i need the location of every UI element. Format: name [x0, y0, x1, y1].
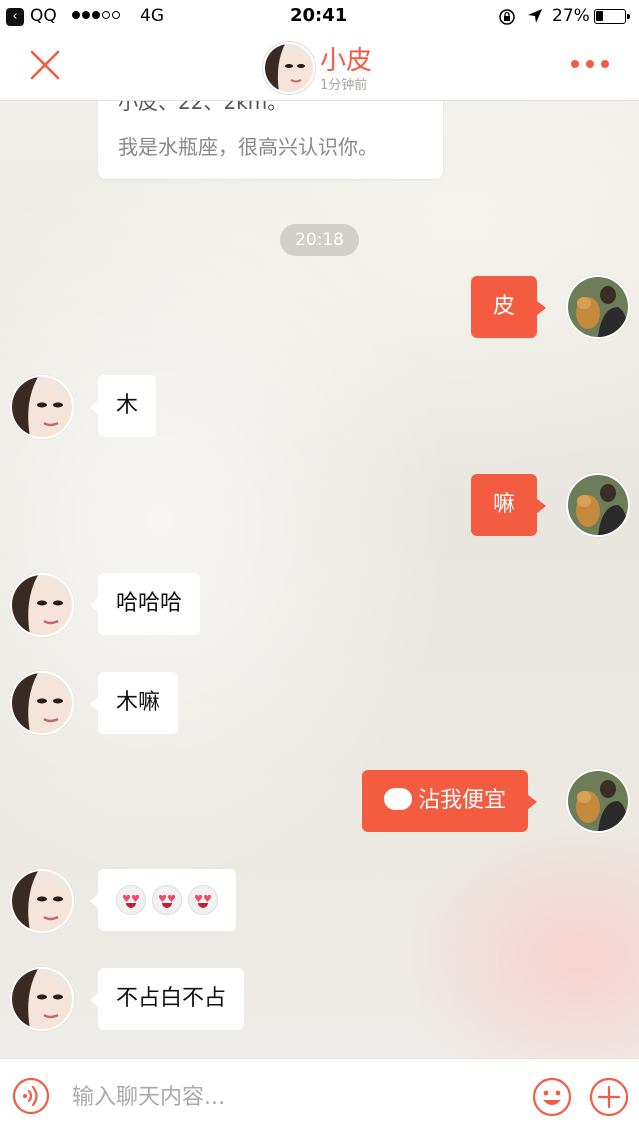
chat-timestamp: 20:18	[280, 224, 359, 256]
status-app-name: QQ	[30, 6, 57, 26]
heart-eyes-emoji-icon: ♥ ♥	[188, 885, 218, 915]
my-avatar[interactable]	[566, 275, 630, 339]
message-text: 木	[116, 393, 139, 418]
sticker-icon	[384, 788, 412, 810]
contact-avatar[interactable]	[263, 42, 315, 94]
message-text: 嘛	[493, 492, 516, 517]
message-text: 哈哈哈	[116, 591, 183, 616]
message-bubble-outgoing[interactable]: 沾我便宜	[362, 770, 538, 832]
battery-icon	[594, 9, 630, 24]
my-avatar[interactable]	[566, 769, 630, 833]
heart-eyes-emoji-icon: ♥ ♥	[116, 885, 146, 915]
signal-strength-icon	[72, 11, 120, 19]
message-text: 皮	[493, 294, 516, 319]
more-options-icon[interactable]	[571, 60, 611, 74]
message-bubble-outgoing[interactable]: 嘛	[471, 474, 547, 536]
chat-input[interactable]	[70, 1073, 514, 1121]
status-time: 20:41	[290, 5, 348, 26]
rotation-lock-icon	[498, 8, 516, 31]
message-text: 沾我便宜	[418, 788, 507, 813]
back-to-app-icon[interactable]: ‹	[6, 8, 24, 26]
message-bubble-incoming[interactable]: ♥ ♥ ♥ ♥ ♥ ♥	[90, 869, 236, 931]
network-type: 4G	[140, 6, 164, 26]
contact-avatar[interactable]	[10, 869, 74, 933]
last-seen: 1分钟前	[320, 78, 368, 93]
contact-avatar[interactable]	[10, 671, 74, 735]
contact-avatar[interactable]	[10, 573, 74, 637]
add-attachment-icon[interactable]	[589, 1077, 629, 1117]
close-icon[interactable]	[28, 48, 62, 82]
battery-fill	[596, 11, 603, 21]
top-bar: ‹ QQ 4G 20:41 27% 小皮 1分钟前	[0, 0, 639, 101]
status-bar: ‹ QQ 4G 20:41 27%	[0, 0, 639, 34]
chat-header: 小皮 1分钟前	[0, 34, 639, 101]
message-text: 不占白不占	[116, 986, 227, 1011]
message-bubble-outgoing[interactable]: 皮	[471, 276, 547, 338]
contact-avatar[interactable]	[10, 375, 74, 439]
location-icon	[527, 8, 543, 29]
battery-percent: 27%	[552, 6, 590, 26]
voice-input-icon[interactable]	[12, 1077, 50, 1115]
intro-line2: 我是水瓶座，很高兴认识你。	[118, 135, 378, 159]
message-text: 木嘛	[116, 690, 161, 715]
contact-avatar[interactable]	[10, 967, 74, 1031]
message-bubble-incoming[interactable]: 木嘛	[89, 672, 179, 734]
heart-eyes-emoji-icon: ♥ ♥	[152, 885, 182, 915]
emoji-picker-icon[interactable]	[532, 1077, 572, 1117]
contact-name: 小皮	[320, 46, 373, 76]
message-input-bar	[0, 1058, 639, 1137]
my-avatar[interactable]	[566, 473, 630, 537]
message-bubble-incoming[interactable]: 哈哈哈	[89, 573, 201, 635]
message-bubble-incoming[interactable]: 木	[89, 375, 157, 437]
message-bubble-incoming[interactable]: 不占白不占	[89, 968, 245, 1030]
